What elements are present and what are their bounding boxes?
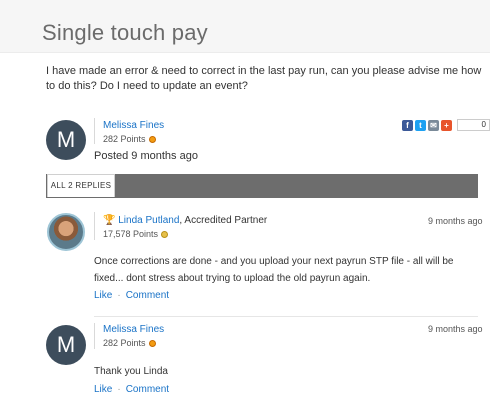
rank-badge-icon <box>148 135 156 143</box>
points-label: 17,578 Points <box>103 229 159 239</box>
author-divider <box>94 212 95 240</box>
separator: · <box>117 290 121 301</box>
avatar[interactable]: M <box>46 120 86 160</box>
points-label: 282 Points <box>103 338 146 348</box>
author-points: 17,578 Points <box>103 229 169 239</box>
avatar-initial: M <box>56 332 76 357</box>
avatar[interactable]: M <box>46 325 86 365</box>
rank-badge-icon <box>148 339 156 347</box>
twitter-icon[interactable]: t <box>415 119 426 131</box>
author-divider <box>94 323 95 349</box>
reply-text: Thank you Linda <box>94 366 168 377</box>
author-points: 282 Points <box>103 338 156 348</box>
page-header: Single touch pay <box>0 0 490 53</box>
author-name-link[interactable]: Linda Putland <box>118 215 179 226</box>
reply-text: Once corrections are done - and you uplo… <box>94 256 454 284</box>
reply-author: 🏆 Linda Putland, Accredited Partner <box>103 215 267 226</box>
reply-actions: Like · Comment <box>94 290 169 301</box>
reply-actions: Like · Comment <box>94 384 169 395</box>
email-icon[interactable]: ✉ <box>428 119 439 131</box>
share-bar: f t ✉ + 0 <box>402 119 490 131</box>
posted-time: Posted 9 months ago <box>94 150 198 162</box>
reply-time: 9 months ago <box>428 216 483 226</box>
reply-time: 9 months ago <box>428 324 483 334</box>
author-points: 282 Points <box>103 134 156 144</box>
trophy-icon: 🏆 <box>103 215 116 226</box>
points-label: 282 Points <box>103 134 146 144</box>
avatar[interactable] <box>47 213 85 251</box>
share-count: 0 <box>457 119 490 131</box>
separator: · <box>117 384 121 395</box>
author-role: , Accredited Partner <box>179 215 268 226</box>
author-divider <box>94 118 95 144</box>
reply-divider <box>94 316 478 317</box>
page-title: Single touch pay <box>42 20 208 45</box>
avatar-initial: M <box>56 127 76 152</box>
like-link[interactable]: Like <box>94 290 112 301</box>
author-name-link[interactable]: Melissa Fines <box>103 120 164 131</box>
tab-all-replies[interactable]: ALL 2 REPLIES <box>47 174 115 197</box>
author-name-link[interactable]: Melissa Fines <box>103 324 164 335</box>
facebook-icon[interactable]: f <box>402 119 413 131</box>
like-link[interactable]: Like <box>94 384 112 395</box>
comment-link[interactable]: Comment <box>126 384 169 395</box>
comment-link[interactable]: Comment <box>126 290 169 301</box>
rank-badge-icon <box>161 230 169 238</box>
plus-icon[interactable]: + <box>441 119 452 131</box>
question-text: I have made an error & need to correct i… <box>46 65 482 92</box>
